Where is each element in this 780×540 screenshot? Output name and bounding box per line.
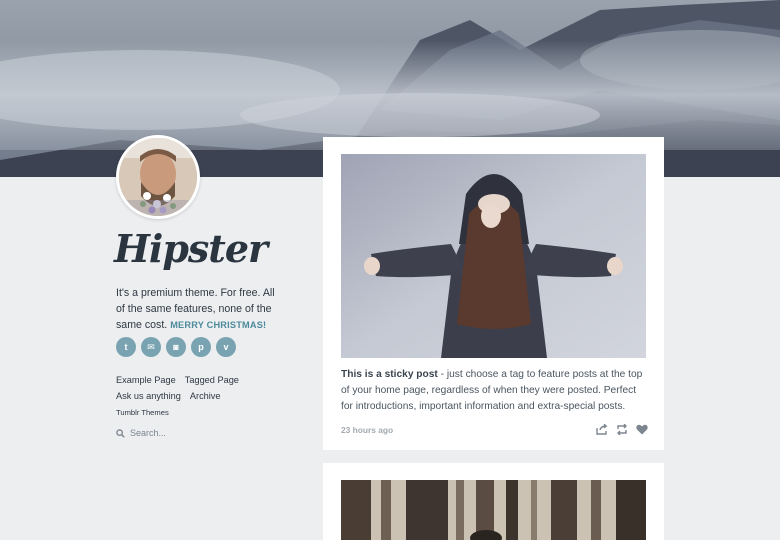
heart-icon[interactable] [636,424,648,435]
nav-link-archive[interactable]: Archive [190,391,221,401]
pinterest-icon[interactable]: p [191,337,211,357]
post-body: This is a sticky post - just choose a ta… [341,367,649,415]
nav-link-ask[interactable]: Ask us anything [116,391,181,401]
post-second [323,463,664,540]
search-icon [116,428,125,438]
post-timestamp[interactable]: 23 hours ago [341,425,393,435]
post-actions [596,424,648,435]
post-photo-forest[interactable] [341,480,646,540]
search-box[interactable]: Search... [116,428,166,438]
search-input[interactable]: Search... [130,428,166,438]
vimeo-icon[interactable]: v [216,337,236,357]
post-photo[interactable] [341,154,646,358]
nav-link-tagged-page[interactable]: Tagged Page [185,375,239,385]
blog-title[interactable]: Hipster [114,226,268,271]
avatar[interactable] [116,135,200,219]
twitter-icon[interactable]: t [116,337,136,357]
instagram-icon[interactable]: ◙ [166,337,186,357]
social-links: t ✉ ◙ p v [116,337,236,357]
post-meta: 23 hours ago [341,424,648,435]
blog-description: It's a premium theme. For free. All of t… [116,285,286,333]
nav-link-example-page[interactable]: Example Page [116,375,176,385]
reblog-icon[interactable] [616,424,628,435]
share-icon[interactable] [596,424,608,435]
mail-icon[interactable]: ✉ [141,337,161,357]
post-lead[interactable]: This is a sticky post [341,369,438,380]
sidebar-nav: Example Page Tagged Page Ask us anything… [116,372,239,420]
post-sticky: This is a sticky post - just choose a ta… [323,137,664,450]
nav-link-tumblr-themes[interactable]: Tumblr Themes [116,408,169,417]
blog-description-accent: MERRY CHRISTMAS! [170,320,267,330]
